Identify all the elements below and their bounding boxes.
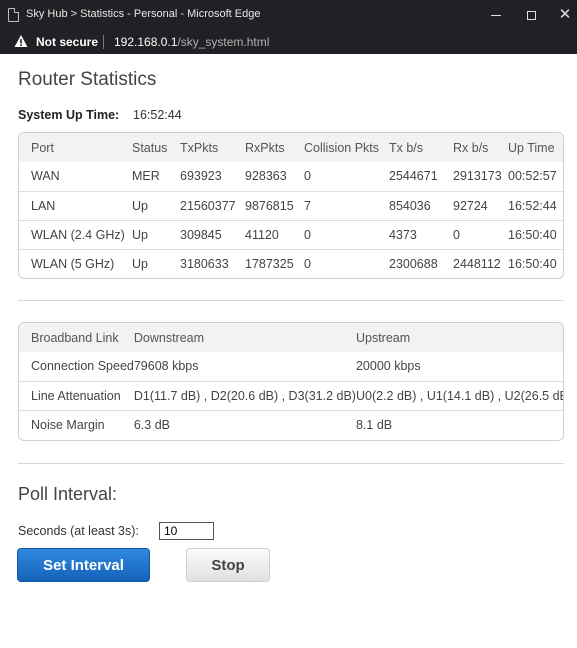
cell: Noise Margin: [19, 409, 134, 439]
cell: 0: [304, 219, 389, 249]
table-row: WLAN (2.4 GHz) Up 309845 41120 0 4373 0 …: [19, 219, 563, 249]
page-icon: [8, 8, 19, 22]
cell: 16:50:40: [508, 219, 563, 249]
cell: 79608 kbps: [133, 359, 199, 374]
col-rxbps: Rx b/s: [453, 133, 508, 162]
col-status: Status: [132, 133, 180, 162]
broadband-header-row: Broadband Link Downstream Upstream: [19, 323, 563, 352]
cell: D1(11.7 dB) , D2(20.6 dB) , D3(31.2 dB): [133, 380, 356, 410]
cell: 92724: [453, 190, 508, 220]
col-broadband-link: Broadband Link: [19, 323, 134, 352]
cell: 928363: [245, 169, 287, 184]
col-downstream: Downstream: [133, 323, 356, 352]
uptime-label: System Up Time:: [18, 108, 120, 122]
cell: WLAN (5 GHz): [19, 248, 132, 278]
cell: 16:52:44: [508, 190, 563, 220]
cell: 21560377: [180, 190, 245, 220]
table-row: WAN MER 693923 928363 0 2544671 2913173 …: [19, 162, 563, 191]
cell: MER: [132, 169, 160, 184]
table-row: Line Attenuation D1(11.7 dB) , D2(20.6 d…: [19, 380, 563, 410]
cell: 3180633: [180, 248, 245, 278]
address-bar[interactable]: Not secure 192.168.0.1/sky_system.html: [0, 30, 577, 54]
cell: 309845: [180, 219, 245, 249]
col-txbps: Tx b/s: [389, 133, 453, 162]
col-uptime: Up Time: [508, 133, 563, 162]
cell: Up: [132, 190, 180, 220]
seconds-input[interactable]: [159, 522, 214, 540]
col-txpkts: TxPkts: [180, 133, 245, 162]
uptime-value: 16:52:44: [133, 108, 182, 122]
table-row: Noise Margin 6.3 dB 8.1 dB: [19, 409, 563, 439]
cell: WLAN (2.4 GHz): [19, 219, 132, 249]
col-rxpkts: RxPkts: [245, 133, 304, 162]
poll-interval-title: Poll Interval:: [18, 484, 118, 504]
cell: 00:52:57: [508, 169, 557, 184]
divider: [18, 463, 564, 464]
cell: Up: [132, 219, 180, 249]
cell: 0: [304, 248, 389, 278]
page-title: Router Statistics: [18, 69, 157, 90]
table-row: LAN Up 21560377 9876815 7 854036 92724 1…: [19, 190, 563, 220]
minimize-icon: [491, 15, 501, 17]
cell: 854036: [389, 190, 453, 220]
url-host: 192.168.0.1: [114, 35, 178, 49]
cell: Up: [132, 248, 180, 278]
cell: 4373: [389, 219, 453, 249]
cell: Connection Speed: [31, 359, 134, 374]
broadband-panel: Broadband Link Downstream Upstream Conne…: [18, 322, 564, 441]
security-label[interactable]: Not secure: [36, 35, 98, 49]
port-stats-panel: Port Status TxPkts RxPkts Collision Pkts…: [18, 132, 564, 279]
cell: U0(2.2 dB) , U1(14.1 dB) , U2(26.5 dB): [355, 380, 563, 410]
divider: [18, 300, 564, 301]
col-port: Port: [19, 133, 132, 162]
warning-icon[interactable]: [14, 34, 28, 48]
page-content: Router Statistics System Up Time: 16:52:…: [0, 54, 577, 648]
cell: 0: [304, 169, 311, 184]
cell: 20000 kbps: [355, 359, 421, 374]
seconds-label: Seconds (at least 3s):: [18, 524, 139, 538]
cell: 8.1 dB: [355, 409, 563, 439]
close-button[interactable]: ✕: [545, 0, 577, 30]
maximize-icon: [526, 11, 536, 21]
cell: WAN: [31, 169, 60, 184]
cell: 693923: [180, 169, 222, 184]
set-interval-button[interactable]: Set Interval: [17, 548, 150, 582]
cell: LAN: [19, 190, 132, 220]
cell: 16:50:40: [508, 248, 563, 278]
cell: 2300688: [389, 248, 453, 278]
cell: 0: [453, 219, 508, 249]
cell: 41120: [245, 219, 304, 249]
address-separator: [103, 35, 104, 49]
url-text[interactable]: 192.168.0.1/sky_system.html: [114, 35, 269, 49]
window-title: Sky Hub > Statistics - Personal - Micros…: [26, 8, 261, 20]
cell: 9876815: [245, 190, 304, 220]
cell: 2913173: [453, 169, 502, 184]
window-title-bar: Sky Hub > Statistics - Personal - Micros…: [0, 0, 577, 30]
cell: Line Attenuation: [19, 380, 134, 410]
col-collision: Collision Pkts: [304, 133, 389, 162]
cell: 6.3 dB: [133, 409, 356, 439]
cell: 1787325: [245, 248, 304, 278]
table-row: WLAN (5 GHz) Up 3180633 1787325 0 230068…: [19, 248, 563, 278]
url-path: /sky_system.html: [177, 35, 270, 49]
port-stats-header-row: Port Status TxPkts RxPkts Collision Pkts…: [19, 133, 563, 162]
cell: 2448112: [453, 248, 508, 278]
stop-button[interactable]: Stop: [186, 548, 270, 582]
col-upstream: Upstream: [355, 323, 563, 352]
minimize-button[interactable]: [476, 0, 516, 30]
broadband-table: Broadband Link Downstream Upstream Conne…: [19, 323, 563, 439]
cell: 7: [304, 190, 389, 220]
port-stats-table: Port Status TxPkts RxPkts Collision Pkts…: [19, 133, 563, 278]
cell: 2544671: [389, 169, 438, 184]
table-row: Connection Speed 79608 kbps 20000 kbps: [19, 352, 563, 381]
